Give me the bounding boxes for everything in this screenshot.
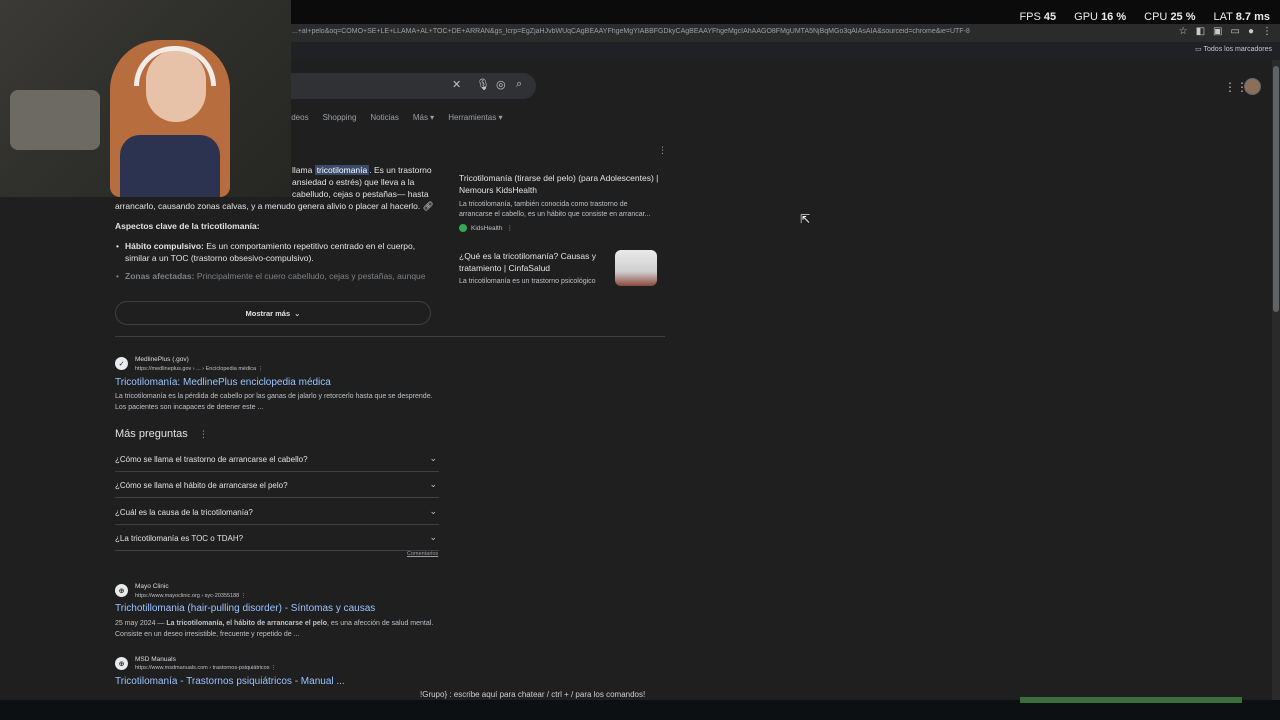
bookmarks-bar <box>290 42 1280 60</box>
result-2-site: Mayo Clinic <box>135 583 169 590</box>
side-card-2-thumbnail[interactable] <box>615 250 657 286</box>
cast-icon[interactable]: ▭ <box>1231 26 1240 37</box>
ai-overview-line-1: llama tricotilomanía. Es un trastorno <box>292 165 432 175</box>
scrollbar-thumb[interactable] <box>1273 66 1279 312</box>
chevron-down-icon: ⌄ <box>294 308 301 318</box>
more-vert-icon[interactable]: ⋮ <box>506 224 513 232</box>
tab-news[interactable]: Noticias <box>370 113 398 122</box>
gpu-stat: GPU 16 % <box>1074 11 1127 23</box>
ai-overview-heading: Aspectos clave de la tricotilomanía: <box>115 221 260 231</box>
microphone-icon[interactable]: 🎙︎ <box>476 78 490 91</box>
performance-stats: FPS 45 GPU 16 % CPU 25 % LAT 8.7 ms <box>1019 11 1270 23</box>
result-1-title[interactable]: Tricotilomanía: MedlinePlus enciclopedia… <box>115 377 331 388</box>
search-icon[interactable]: ⌕ <box>516 78 522 91</box>
lat-stat: LAT 8.7 ms <box>1213 11 1270 23</box>
mouse-cursor-icon: ⇱ <box>800 212 811 226</box>
chevron-down-icon: ⌄ <box>429 532 437 542</box>
ai-overview-line-2: ansiedad o estrés) que lleva a la <box>292 177 415 187</box>
ai-overview-line-4: arrancarlo, causando zonas calvas, y a m… <box>115 201 434 211</box>
chat-input-overlay[interactable]: !Grupo} : escribe aquí para chatear / ct… <box>420 690 645 699</box>
ai-overview-line-3: cabelludo, cejas o pestañas— hasta <box>292 189 429 199</box>
link-icon[interactable]: 🔗︎ <box>423 201 434 211</box>
fps-stat: FPS 45 <box>1019 11 1057 23</box>
medlineplus-favicon-icon: ✓ <box>115 357 128 370</box>
paa-question[interactable]: ¿La tricotilomanía es TOC o TDAH? ⌄ <box>115 525 439 551</box>
result-1-snippet: La tricotilomanía es la pérdida de cabel… <box>115 393 433 411</box>
webcam-person-shirt <box>120 135 220 197</box>
star-icon[interactable]: ☆ <box>1179 26 1188 37</box>
progress-strip <box>1020 697 1242 703</box>
webcam-overlay <box>0 0 291 197</box>
result-3-site: MSD Manuals <box>135 656 176 663</box>
highlight-term: tricotilomanía <box>314 165 370 175</box>
side-card-2-snippet: La tricotilomanía es un trastorno psicol… <box>459 278 596 285</box>
result-2-snippet: 25 may 2024 — La tricotilomanía, el hábi… <box>115 620 434 638</box>
chevron-down-icon: ⌄ <box>429 479 437 489</box>
tab-shopping[interactable]: Shopping <box>323 113 357 122</box>
kidshealth-favicon-icon <box>459 224 467 232</box>
search-tabs: ídeos Shopping Noticias Más ▾ Herramient… <box>289 113 502 122</box>
result-3-url: https://www.msdmanuals.com › trastornos-… <box>135 665 277 671</box>
chevron-down-icon: ⌄ <box>429 453 437 463</box>
chevron-down-icon: ⌄ <box>429 506 437 516</box>
avatar[interactable] <box>1244 78 1261 95</box>
webcam-background-sofa <box>10 90 100 150</box>
stream-bottom-bar <box>0 700 1280 720</box>
result-3-title[interactable]: Tricotilomanía - Trastornos psiquiátrico… <box>115 676 345 687</box>
mayo-clinic-favicon-icon: ⊕ <box>115 584 128 597</box>
paa-menu-icon[interactable]: ⋮ <box>199 429 208 440</box>
side-card-1-source: KidsHealth ⋮ <box>459 224 513 232</box>
section-divider <box>115 336 665 337</box>
paa-question[interactable]: ¿Cómo se llama el trastorno de arrancars… <box>115 446 439 472</box>
side-card-1-title[interactable]: Tricotilomanía (tirarse del pelo) (para … <box>459 173 659 196</box>
msd-manuals-favicon-icon: ⊕ <box>115 657 128 670</box>
clear-icon[interactable]: ✕ <box>452 78 461 91</box>
side-card-2-title[interactable]: ¿Qué es la tricotilomanía? Causas y trat… <box>459 251 609 274</box>
tab-videos[interactable]: ídeos <box>289 113 309 122</box>
address-url[interactable]: ...+al+pelo&oq=COMO+SE+LE+LLAMA+AL+TOC+D… <box>292 28 992 35</box>
ai-overview-menu-icon[interactable]: ⋮ <box>658 145 667 156</box>
puzzle-icon[interactable]: ▣ <box>1213 26 1222 37</box>
screen: FPS 45 GPU 16 % CPU 25 % LAT 8.7 ms ...+… <box>0 0 1280 720</box>
menu-icon[interactable]: ⋮ <box>1262 26 1272 37</box>
paa-question[interactable]: ¿Cuál es la causa de la tricotilomanía? ⌄ <box>115 499 439 525</box>
extension-icon[interactable]: ◧ <box>1196 26 1205 37</box>
result-1-url: https://medlineplus.gov › ... › Enciclop… <box>135 366 264 372</box>
result-2-title[interactable]: Trichotillomania (hair-pulling disorder)… <box>115 603 375 614</box>
more-questions-title: Más preguntas <box>115 428 188 440</box>
cpu-stat: CPU 25 % <box>1144 11 1196 23</box>
browser-toolbar-icons: ☆ ◧ ▣ ▭ ● ⋮ <box>1179 26 1272 37</box>
side-card-1-snippet: La tricotilomanía, también conocida como… <box>459 201 651 218</box>
ai-bullet-1: Hábito compulsivo: Es un comportamiento … <box>116 240 435 264</box>
camera-search-icon[interactable]: ◎ <box>496 78 506 91</box>
ai-bullet-2: Zonas afectadas: Principalmente el cuero… <box>116 270 435 282</box>
feedback-link[interactable]: Comentarios <box>407 551 438 557</box>
result-2-url: https://www.mayoclinic.org › syc-2035518… <box>135 593 247 599</box>
tab-tools[interactable]: Herramientas ▾ <box>448 113 502 122</box>
result-1-site: MedlinePlus (.gov) <box>135 356 189 363</box>
tab-more[interactable]: Más ▾ <box>413 113 434 122</box>
show-more-button[interactable]: Mostrar más ⌄ <box>115 301 431 325</box>
paa-question[interactable]: ¿Cómo se llama el hábito de arrancarse e… <box>115 472 439 498</box>
account-icon[interactable]: ● <box>1248 26 1254 37</box>
all-bookmarks-link[interactable]: ▭ Todos los marcadores <box>1195 45 1272 53</box>
